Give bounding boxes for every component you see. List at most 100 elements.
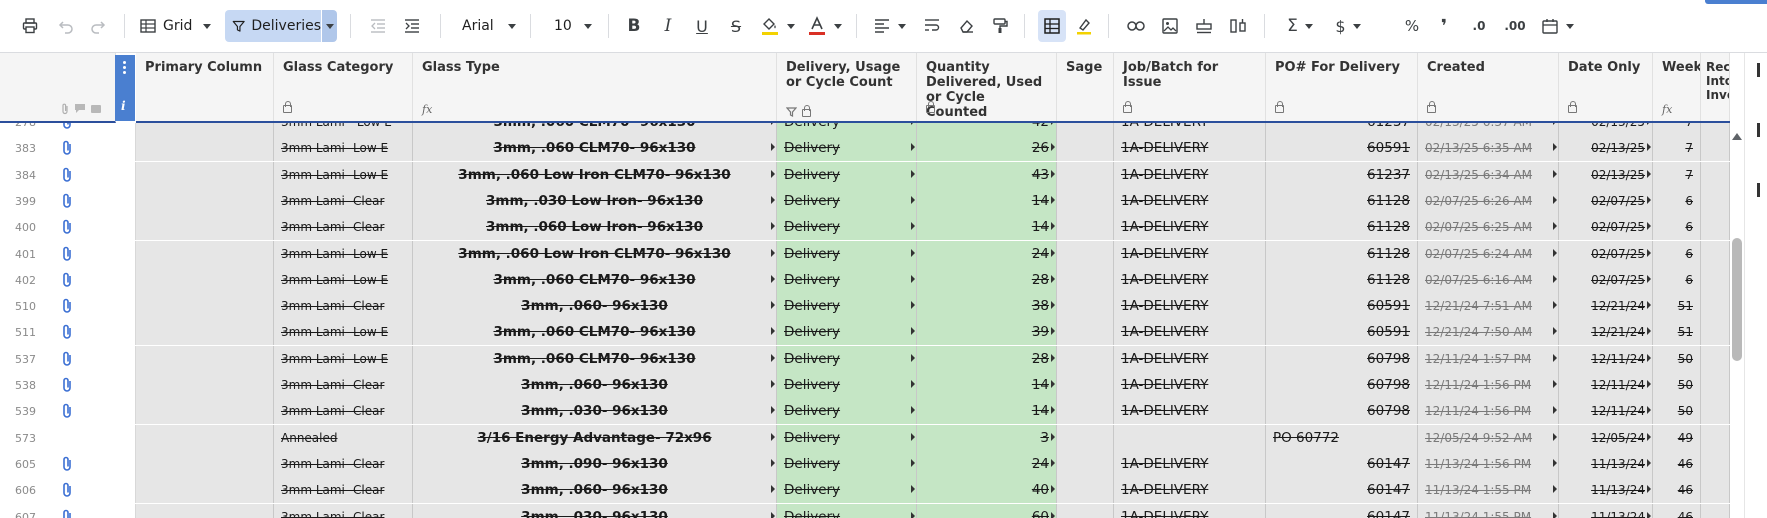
job-batch-cell[interactable]: 1A-DELIVERY xyxy=(1114,161,1266,188)
glass-type-cell[interactable]: 3mm, .030- 96x130 xyxy=(413,503,777,518)
week-cell[interactable]: 46 xyxy=(1653,503,1701,518)
column-header[interactable]: Quantity Delivered, Used or Cycle Counte… xyxy=(917,53,1057,121)
sage-cell[interactable] xyxy=(1057,135,1114,162)
job-batch-cell[interactable]: 1A-DELIVERY xyxy=(1114,503,1266,518)
job-batch-cell[interactable]: 1A-DELIVERY xyxy=(1114,240,1266,267)
sage-cell[interactable] xyxy=(1057,477,1114,504)
glass-category-cell[interactable]: 3mm Lami- Clear xyxy=(274,187,413,214)
created-cell[interactable]: 02/07/25 6:16 AM xyxy=(1418,266,1559,293)
po-cell[interactable]: 61128 xyxy=(1266,187,1418,214)
created-cell[interactable]: 02/07/25 6:26 AM xyxy=(1418,187,1559,214)
job-batch-cell[interactable]: 1A-DELIVERY xyxy=(1114,135,1266,162)
date-only-cell[interactable]: 12/21/24 xyxy=(1559,319,1653,346)
row-header[interactable]: 607 xyxy=(0,503,136,518)
primary-cell[interactable] xyxy=(136,187,274,214)
job-batch-cell[interactable]: 1A-DELIVERY xyxy=(1114,372,1266,398)
table-row[interactable]: 605 3mm Lami- Clear 3mm, .090- 96x130 Deliv… xyxy=(0,450,1730,477)
date-only-cell[interactable]: 02/13/25 xyxy=(1559,161,1653,188)
job-batch-cell[interactable]: 1A-DELIVERY xyxy=(1114,345,1266,372)
glass-type-cell[interactable]: 3mm, .060 Low Iron CLM70- 96x130 xyxy=(413,240,777,267)
job-batch-cell[interactable]: 1A-DELIVERY xyxy=(1114,450,1266,477)
sage-cell[interactable] xyxy=(1057,187,1114,214)
row-header[interactable]: 606 xyxy=(0,477,136,504)
job-batch-cell[interactable]: 1A-DELIVERY xyxy=(1114,319,1266,346)
column-header[interactable]: Primary Column xyxy=(136,53,274,121)
date-only-cell[interactable]: 12/05/24 xyxy=(1559,424,1653,451)
po-cell[interactable]: 61237 xyxy=(1266,123,1418,135)
column-props-icon[interactable] xyxy=(1226,10,1250,42)
sage-cell[interactable] xyxy=(1057,319,1114,346)
received-cell[interactable] xyxy=(1701,266,1730,293)
job-batch-cell[interactable]: 1A-DELIVERY xyxy=(1114,293,1266,320)
primary-cell[interactable] xyxy=(136,266,274,293)
glass-category-cell[interactable]: 3mm Lami- Low E xyxy=(274,240,413,267)
job-batch-cell[interactable]: 1A-DELIVERY xyxy=(1114,214,1266,241)
received-cell[interactable] xyxy=(1701,450,1730,477)
row-header[interactable]: 399 xyxy=(0,187,136,214)
scrollbar-thumb[interactable] xyxy=(1732,238,1742,361)
date-only-cell[interactable]: 02/07/25 xyxy=(1559,214,1653,241)
week-cell[interactable]: 46 xyxy=(1653,450,1701,477)
primary-cell[interactable] xyxy=(136,398,274,425)
table-row[interactable]: 400 3mm Lami- Clear 3mm, .060 Low Iron- 96… xyxy=(0,214,1730,241)
glass-category-cell[interactable]: 3mm Lami- Clear xyxy=(274,398,413,425)
date-only-cell[interactable]: 12/11/24 xyxy=(1559,372,1653,398)
job-batch-cell[interactable]: 1A-DELIVERY xyxy=(1114,187,1266,214)
job-batch-cell[interactable] xyxy=(1114,424,1266,451)
week-cell[interactable]: 6 xyxy=(1653,240,1701,267)
job-batch-cell[interactable]: 1A-DELIVERY xyxy=(1114,123,1266,135)
quantity-cell[interactable]: 14 xyxy=(917,372,1057,398)
glass-type-cell[interactable]: 3mm, .090- 96x130 xyxy=(413,450,777,477)
comma-icon[interactable]: ❜ xyxy=(1432,10,1456,42)
usage-cell[interactable]: Delivery xyxy=(777,450,917,477)
usage-cell[interactable]: Delivery xyxy=(777,319,917,346)
usage-cell[interactable]: Delivery xyxy=(777,345,917,372)
usage-cell[interactable]: Delivery xyxy=(777,398,917,425)
table-row[interactable]: 399 3mm Lami- Clear 3mm, .030 Low Iron- 96… xyxy=(0,187,1730,214)
glass-type-cell[interactable]: 3mm, .030 Low Iron- 96x130 xyxy=(413,187,777,214)
print-icon[interactable] xyxy=(18,10,42,42)
column-header[interactable]: Delivery, Usage or Cycle Count xyxy=(777,53,917,121)
usage-cell[interactable]: Delivery xyxy=(777,293,917,320)
primary-cell[interactable] xyxy=(136,123,274,135)
sage-cell[interactable] xyxy=(1057,266,1114,293)
table-row[interactable]: 573 Annealed 3/16 Energy Advantage- 72x96 D… xyxy=(0,424,1730,451)
sage-cell[interactable] xyxy=(1057,240,1114,267)
week-cell[interactable]: 51 xyxy=(1653,319,1701,346)
week-cell[interactable]: 50 xyxy=(1653,398,1701,425)
view-selector[interactable]: Grid xyxy=(140,10,218,42)
column-header[interactable]: PO# For Delivery xyxy=(1266,53,1418,121)
usage-cell[interactable]: Delivery xyxy=(777,135,917,162)
po-cell[interactable]: PO 60772 xyxy=(1266,424,1418,451)
column-header[interactable]: Created xyxy=(1418,53,1559,121)
column-header[interactable]: Sage xyxy=(1057,53,1114,121)
fill-color-button[interactable] xyxy=(758,10,798,42)
primary-cell[interactable] xyxy=(136,424,274,451)
week-cell[interactable]: 7 xyxy=(1653,135,1701,162)
glass-category-cell[interactable]: 3mm Lami- Clear xyxy=(274,293,413,320)
decimal-decrease-icon[interactable]: .0 xyxy=(1466,10,1492,42)
table-row[interactable]: 401 3mm Lami- Low E 3mm, .060 Low Iron CLM… xyxy=(0,240,1730,267)
font-size-select[interactable]: 10 xyxy=(548,10,596,42)
column-header[interactable]: Job/Batch for Issue xyxy=(1114,53,1266,121)
usage-cell[interactable]: Delivery xyxy=(777,503,917,518)
usage-cell[interactable]: Delivery xyxy=(777,424,917,451)
underline-icon[interactable]: U xyxy=(690,10,714,42)
bold-icon[interactable]: B xyxy=(622,10,646,42)
decimal-increase-icon[interactable]: .00 xyxy=(1500,10,1530,42)
glass-type-cell[interactable]: 3mm, .060- 96x130 xyxy=(413,477,777,504)
quantity-cell[interactable]: 14 xyxy=(917,398,1057,425)
glass-type-cell[interactable]: 3mm, .060 Low Iron CLM70- 96x130 xyxy=(413,161,777,188)
primary-cell[interactable] xyxy=(136,240,274,267)
received-cell[interactable] xyxy=(1701,293,1730,320)
po-cell[interactable]: 60147 xyxy=(1266,450,1418,477)
job-batch-cell[interactable]: 1A-DELIVERY xyxy=(1114,477,1266,504)
glass-category-cell[interactable]: 3mm Lami- Low E xyxy=(274,161,413,188)
attachment-icon[interactable] xyxy=(60,456,74,472)
date-only-cell[interactable]: 11/13/24 xyxy=(1559,477,1653,504)
filter-button[interactable]: Deliveries xyxy=(225,10,321,42)
column-header[interactable]: Glass Category xyxy=(274,53,413,121)
po-cell[interactable]: 61128 xyxy=(1266,214,1418,241)
usage-cell[interactable]: Delivery xyxy=(777,214,917,241)
quantity-cell[interactable]: 24 xyxy=(917,450,1057,477)
